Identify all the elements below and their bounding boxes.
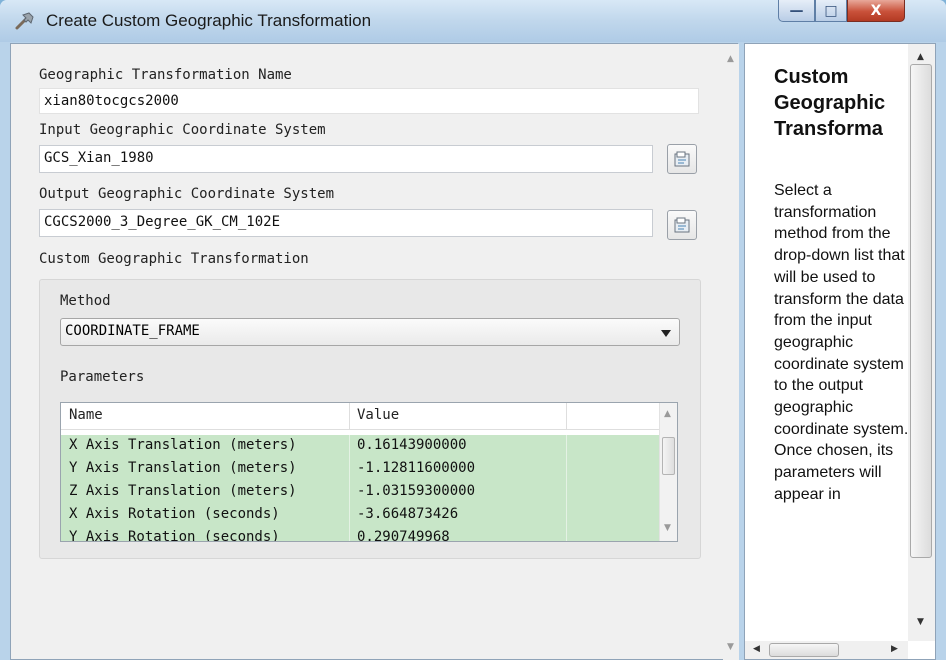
table-scrollbar[interactable]: ▲ ▼ xyxy=(659,403,677,541)
method-dropdown[interactable]: COORDINATE_FRAME xyxy=(60,318,680,346)
browse-folder-icon xyxy=(674,151,690,167)
cell-divider xyxy=(566,527,567,541)
cell-divider xyxy=(566,504,567,527)
cell-divider xyxy=(349,458,350,481)
scroll-up-arrow-icon[interactable]: ▲ xyxy=(664,409,671,419)
help-scrollbar[interactable]: ▲ ▼ xyxy=(908,44,935,641)
input-gcs-browse-button[interactable] xyxy=(667,144,697,174)
scroll-up-arrow-icon[interactable]: ▲ xyxy=(917,52,924,62)
input-gcs-label: Input Geographic Coordinate System xyxy=(39,122,326,138)
transformation-name-input[interactable]: xian80tocgcs2000 xyxy=(39,88,699,114)
cell-divider xyxy=(566,481,567,504)
param-name-cell: Y Axis Translation (meters) xyxy=(69,460,297,476)
column-header-value: Value xyxy=(357,407,400,423)
transformation-name-label: Geographic Transformation Name xyxy=(39,67,292,83)
maximize-button[interactable]: □ xyxy=(815,0,847,22)
param-value-cell[interactable]: -3.664873426 xyxy=(357,506,458,522)
table-header: Name Value xyxy=(61,403,659,430)
minimize-icon: — xyxy=(789,2,804,19)
cell-divider xyxy=(566,435,567,458)
cell-divider xyxy=(566,458,567,481)
column-header-name: Name xyxy=(69,407,103,423)
minimize-button[interactable]: — xyxy=(778,0,815,22)
table-row[interactable]: Z Axis Translation (meters) -1.031593000… xyxy=(61,481,659,504)
output-gcs-browse-button[interactable] xyxy=(667,210,697,240)
param-value-cell[interactable]: -1.12811600000 xyxy=(357,460,475,476)
custom-transformation-group: Method COORDINATE_FRAME Parameters Name … xyxy=(39,279,701,559)
form-pane: Geographic Transformation Name xian80toc… xyxy=(10,43,739,660)
param-name-cell: Z Axis Translation (meters) xyxy=(69,483,297,499)
maximize-icon: □ xyxy=(824,2,838,19)
output-gcs-label: Output Geographic Coordinate System xyxy=(39,186,335,202)
cell-divider xyxy=(349,504,350,527)
method-dropdown-value: COORDINATE_FRAME xyxy=(65,323,200,339)
param-value-cell[interactable]: -1.03159300000 xyxy=(357,483,475,499)
custom-transformation-label: Custom Geographic Transformation xyxy=(39,251,309,267)
scroll-left-arrow-icon[interactable]: ◀ xyxy=(753,644,760,654)
scroll-right-arrow-icon[interactable]: ▶ xyxy=(891,644,898,654)
help-pane: Custom Geographic Transforma Select a tr… xyxy=(744,43,936,660)
cell-divider xyxy=(349,527,350,541)
table-row[interactable]: Y Axis Rotation (seconds) 0.290749968 xyxy=(61,527,659,542)
parameters-label: Parameters xyxy=(60,369,145,385)
close-button[interactable]: X xyxy=(847,0,905,22)
form-scrollbar[interactable]: ▲ ▼ xyxy=(723,44,739,660)
param-value-cell[interactable]: 0.290749968 xyxy=(357,529,450,541)
scroll-up-arrow-icon[interactable]: ▲ xyxy=(727,54,734,64)
table-scroll-thumb[interactable] xyxy=(662,437,675,475)
table-row[interactable]: X Axis Translation (meters) 0.1614390000… xyxy=(61,435,659,458)
scroll-down-arrow-icon[interactable]: ▼ xyxy=(727,642,734,652)
param-name-cell: X Axis Translation (meters) xyxy=(69,437,297,453)
param-name-cell: X Axis Rotation (seconds) xyxy=(69,506,280,522)
method-label: Method xyxy=(60,293,111,309)
help-scroll-thumb[interactable] xyxy=(910,64,932,558)
close-icon: X xyxy=(870,2,882,19)
cell-divider xyxy=(349,481,350,504)
parameters-table[interactable]: Name Value X Axis Translation (meters) 0… xyxy=(60,402,678,542)
cell-divider xyxy=(349,435,350,458)
hammer-icon xyxy=(15,12,34,30)
input-gcs-field[interactable]: GCS_Xian_1980 xyxy=(39,145,653,173)
help-title: Custom Geographic Transforma xyxy=(774,66,886,140)
dropdown-arrow-icon xyxy=(661,330,671,337)
window-title: Create Custom Geographic Transformation xyxy=(46,11,372,30)
help-body: Select a transformation method from the … xyxy=(774,182,909,503)
browse-folder-icon xyxy=(674,217,690,233)
help-hscroll-thumb[interactable] xyxy=(769,643,839,657)
scroll-down-arrow-icon[interactable]: ▼ xyxy=(917,617,924,627)
column-divider xyxy=(566,403,567,429)
title-bar[interactable]: Create Custom Geographic Transformation … xyxy=(0,0,946,42)
table-row[interactable]: X Axis Rotation (seconds) -3.664873426 xyxy=(61,504,659,527)
dialog-window: Create Custom Geographic Transformation … xyxy=(0,0,946,660)
param-value-cell[interactable]: 0.16143900000 xyxy=(357,437,467,453)
output-gcs-field[interactable]: CGCS2000_3_Degree_GK_CM_102E xyxy=(39,209,653,237)
column-divider xyxy=(349,403,350,429)
param-name-cell: Y Axis Rotation (seconds) xyxy=(69,529,280,542)
help-horizontal-scrollbar[interactable]: ◀ ▶ xyxy=(745,641,908,659)
table-row[interactable]: Y Axis Translation (meters) -1.128116000… xyxy=(61,458,659,481)
scroll-down-arrow-icon[interactable]: ▼ xyxy=(664,523,671,533)
